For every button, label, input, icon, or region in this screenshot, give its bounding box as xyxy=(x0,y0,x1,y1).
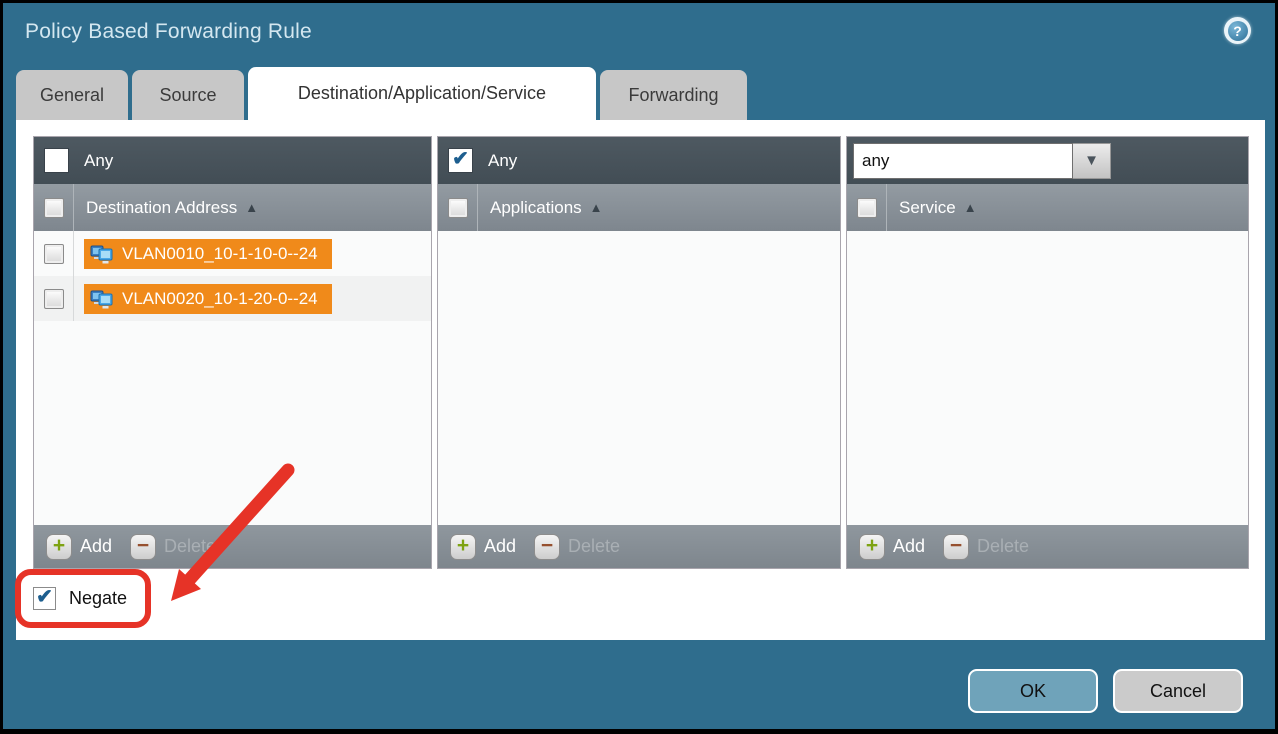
delete-button[interactable]: − Delete xyxy=(130,534,216,560)
list-item[interactable]: VLAN0020_10-1-20-0--24 xyxy=(34,276,431,321)
service-list xyxy=(847,231,1248,525)
address-chip-label: VLAN0010_10-1-10-0--24 xyxy=(122,244,318,264)
plus-icon: + xyxy=(859,534,885,560)
add-button[interactable]: + Add xyxy=(450,534,516,560)
question-mark-icon: ? xyxy=(1228,21,1248,41)
plus-icon: + xyxy=(450,534,476,560)
destination-any-bar: Any xyxy=(34,137,431,184)
address-group-icon xyxy=(90,243,114,265)
chevron-down-icon[interactable]: ▼ xyxy=(1073,143,1111,179)
plus-icon: + xyxy=(46,534,72,560)
add-button[interactable]: + Add xyxy=(46,534,112,560)
list-item[interactable]: VLAN0010_10-1-10-0--24 xyxy=(34,231,431,276)
destination-address-panel: Any Destination Address ▲ xyxy=(33,136,432,569)
destination-any-label: Any xyxy=(84,151,113,171)
applications-toolbar: + Add − Delete xyxy=(438,525,840,568)
tab-bar: General Source Destination/Application/S… xyxy=(16,67,747,120)
service-header: Service ▲ xyxy=(847,184,1248,231)
delete-button[interactable]: − Delete xyxy=(943,534,1029,560)
applications-panel: Any Applications ▲ + Add − Delete xyxy=(437,136,841,569)
address-chip[interactable]: VLAN0020_10-1-20-0--24 xyxy=(84,284,332,314)
applications-header-label[interactable]: Applications xyxy=(490,198,582,218)
sort-asc-icon[interactable]: ▲ xyxy=(964,200,977,215)
applications-list xyxy=(438,231,840,525)
applications-any-label: Any xyxy=(488,151,517,171)
tab-general[interactable]: General xyxy=(16,70,128,120)
service-dropdown[interactable]: any ▼ xyxy=(853,143,1111,179)
applications-any-bar: Any xyxy=(438,137,840,184)
minus-icon: − xyxy=(943,534,969,560)
destination-toolbar: + Add − Delete xyxy=(34,525,431,568)
minus-icon: − xyxy=(130,534,156,560)
help-icon[interactable]: ? xyxy=(1224,17,1251,44)
service-header-label[interactable]: Service xyxy=(899,198,956,218)
delete-button[interactable]: − Delete xyxy=(534,534,620,560)
service-select-all-checkbox[interactable] xyxy=(857,198,877,218)
policy-based-forwarding-dialog: Policy Based Forwarding Rule ? General S… xyxy=(0,0,1278,734)
negate-highlight-annotation: Negate xyxy=(15,569,151,628)
service-panel: any ▼ Service ▲ + Add − xyxy=(846,136,1249,569)
service-dropdown-bar: any ▼ xyxy=(847,137,1248,184)
destination-address-list: VLAN0010_10-1-10-0--24 xyxy=(34,231,431,525)
minus-icon: − xyxy=(534,534,560,560)
tab-destination-application-service[interactable]: Destination/Application/Service xyxy=(248,67,596,120)
ok-button[interactable]: OK xyxy=(968,669,1098,713)
address-chip-label: VLAN0020_10-1-20-0--24 xyxy=(122,289,318,309)
negate-checkbox[interactable] xyxy=(33,587,56,610)
row-checkbox[interactable] xyxy=(44,244,64,264)
applications-header: Applications ▲ xyxy=(438,184,840,231)
service-dropdown-value[interactable]: any xyxy=(853,143,1073,179)
negate-label: Negate xyxy=(69,588,127,609)
tab-source[interactable]: Source xyxy=(132,70,244,120)
sort-asc-icon[interactable]: ▲ xyxy=(245,200,258,215)
add-button[interactable]: + Add xyxy=(859,534,925,560)
destination-select-all-checkbox[interactable] xyxy=(44,198,64,218)
applications-select-all-checkbox[interactable] xyxy=(448,198,468,218)
address-group-icon xyxy=(90,288,114,310)
tab-content: Any Destination Address ▲ xyxy=(16,120,1265,640)
address-chip[interactable]: VLAN0010_10-1-10-0--24 xyxy=(84,239,332,269)
destination-any-checkbox[interactable] xyxy=(44,148,69,173)
destination-address-header: Destination Address ▲ xyxy=(34,184,431,231)
service-toolbar: + Add − Delete xyxy=(847,525,1248,568)
sort-asc-icon[interactable]: ▲ xyxy=(590,200,603,215)
row-checkbox[interactable] xyxy=(44,289,64,309)
destination-address-header-label[interactable]: Destination Address xyxy=(86,198,237,218)
tab-forwarding[interactable]: Forwarding xyxy=(600,70,747,120)
cancel-button[interactable]: Cancel xyxy=(1113,669,1243,713)
applications-any-checkbox[interactable] xyxy=(448,148,473,173)
dialog-title: Policy Based Forwarding Rule xyxy=(25,20,312,44)
